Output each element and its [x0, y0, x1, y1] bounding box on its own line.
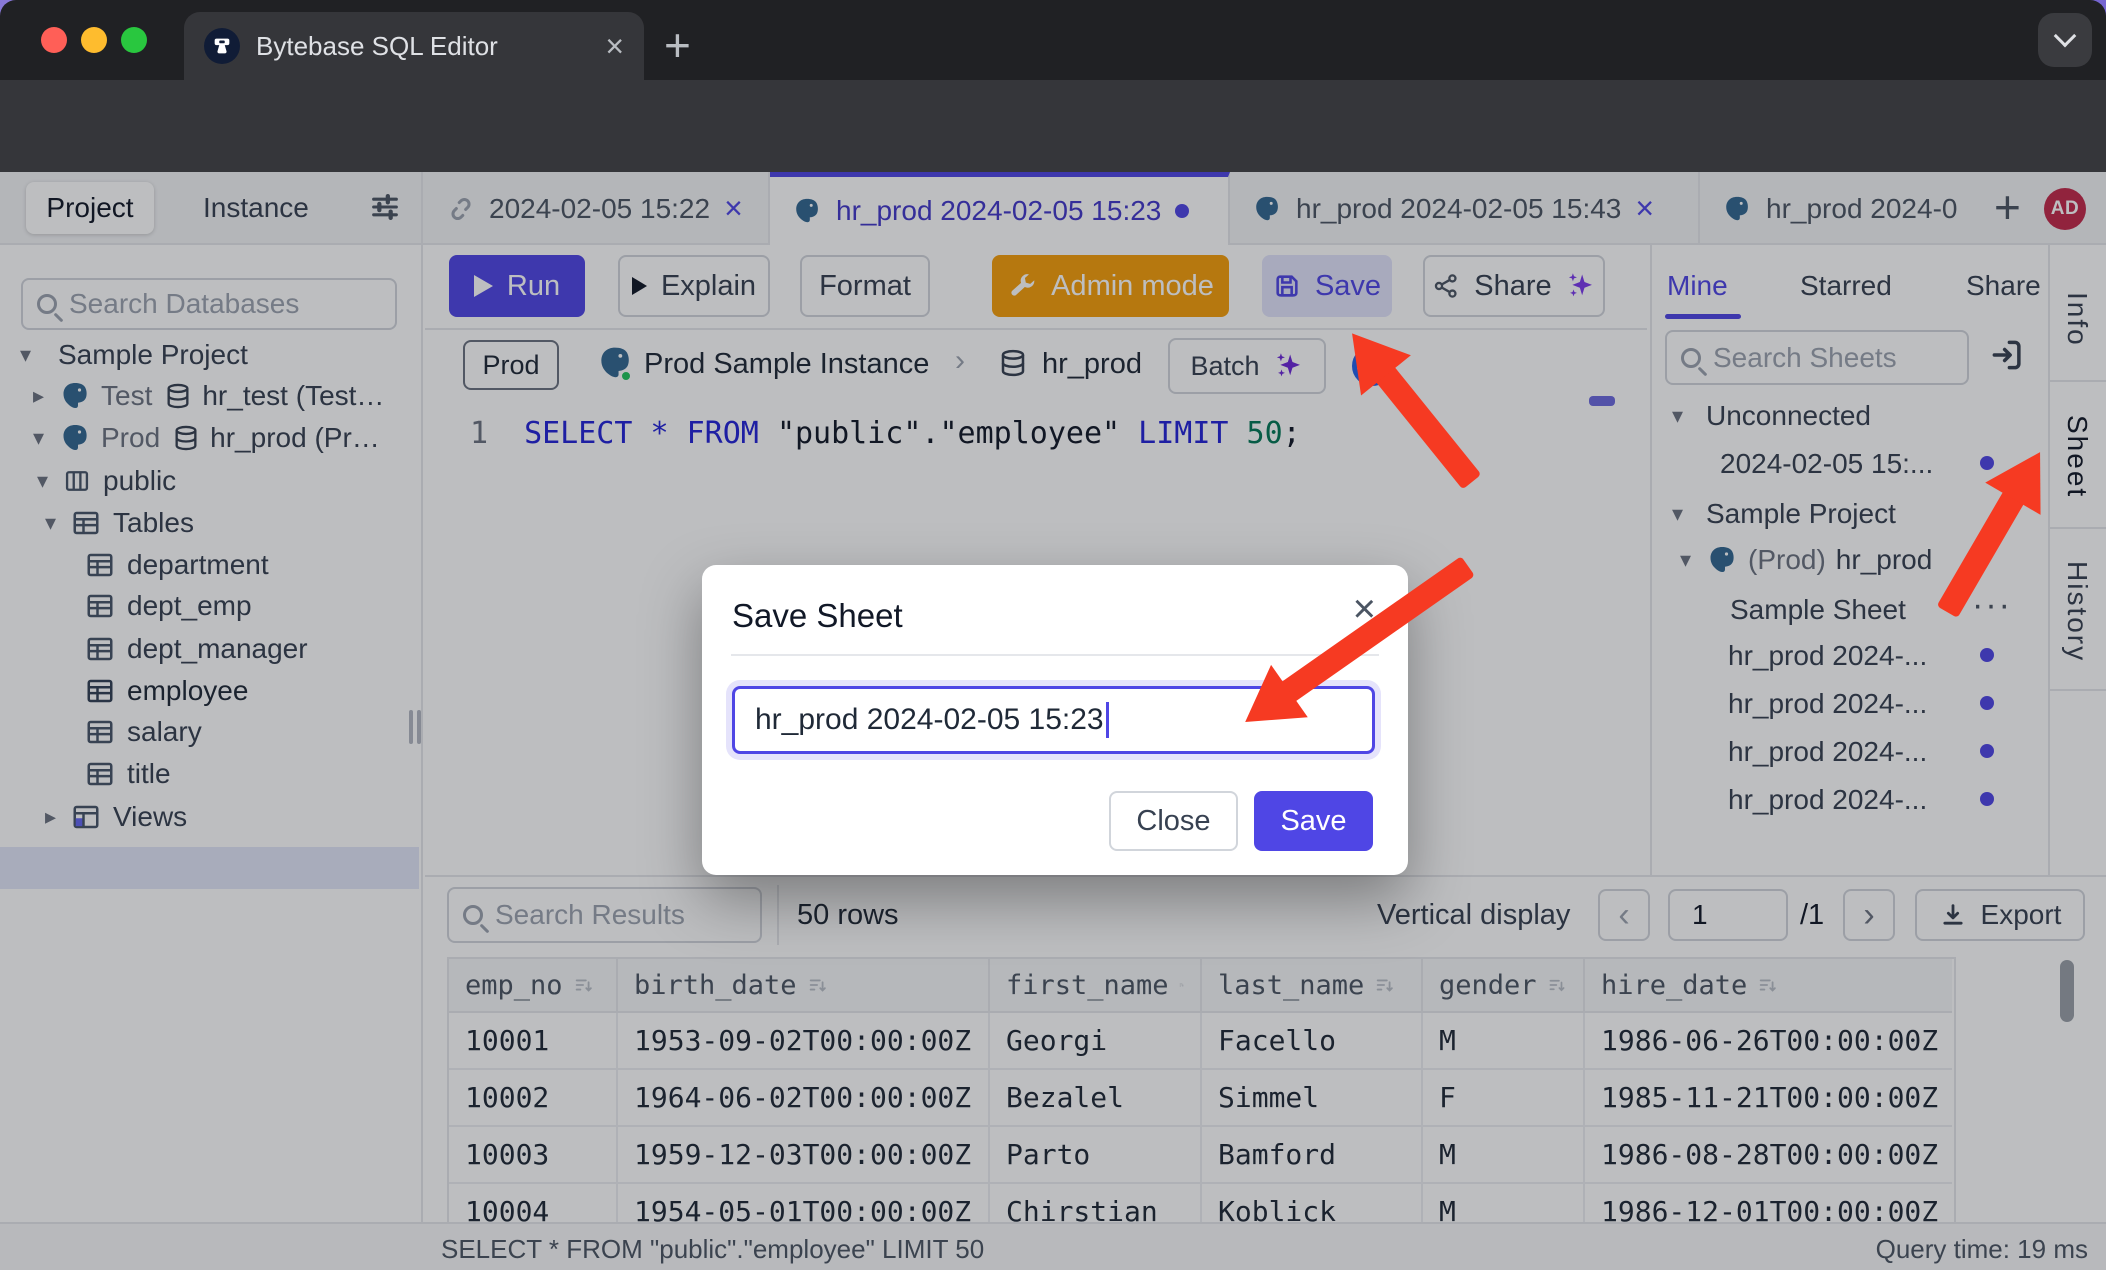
tab-search-button[interactable] — [2038, 13, 2092, 67]
chevron-down-icon — [2054, 25, 2077, 48]
modal-title: Save Sheet — [732, 597, 903, 635]
modal-save-button[interactable]: Save — [1254, 791, 1373, 851]
browser-tab-title: Bytebase SQL Editor — [256, 31, 589, 62]
traffic-zoom-button[interactable] — [121, 27, 147, 53]
traffic-minimize-button[interactable] — [81, 27, 107, 53]
browser-toolbar: ← → localhost:8080/sql-editor/prod-sampl… — [0, 80, 2106, 172]
new-tab-button[interactable]: + — [664, 18, 691, 72]
bytebase-favicon-icon — [204, 28, 240, 64]
browser-tab-close-icon[interactable]: × — [605, 28, 624, 65]
browser-window: Bytebase SQL Editor × + ← → localhost:80… — [0, 0, 2106, 1270]
modal-close-button[interactable]: Close — [1109, 791, 1238, 851]
browser-tab[interactable]: Bytebase SQL Editor × — [184, 12, 644, 80]
browser-tab-bar: Bytebase SQL Editor × + — [0, 0, 2106, 80]
traffic-close-button[interactable] — [41, 27, 67, 53]
page-content: Project Instance 2024-02-05 15:22 × hr_p… — [0, 172, 2106, 1270]
text-caret — [1106, 702, 1109, 738]
